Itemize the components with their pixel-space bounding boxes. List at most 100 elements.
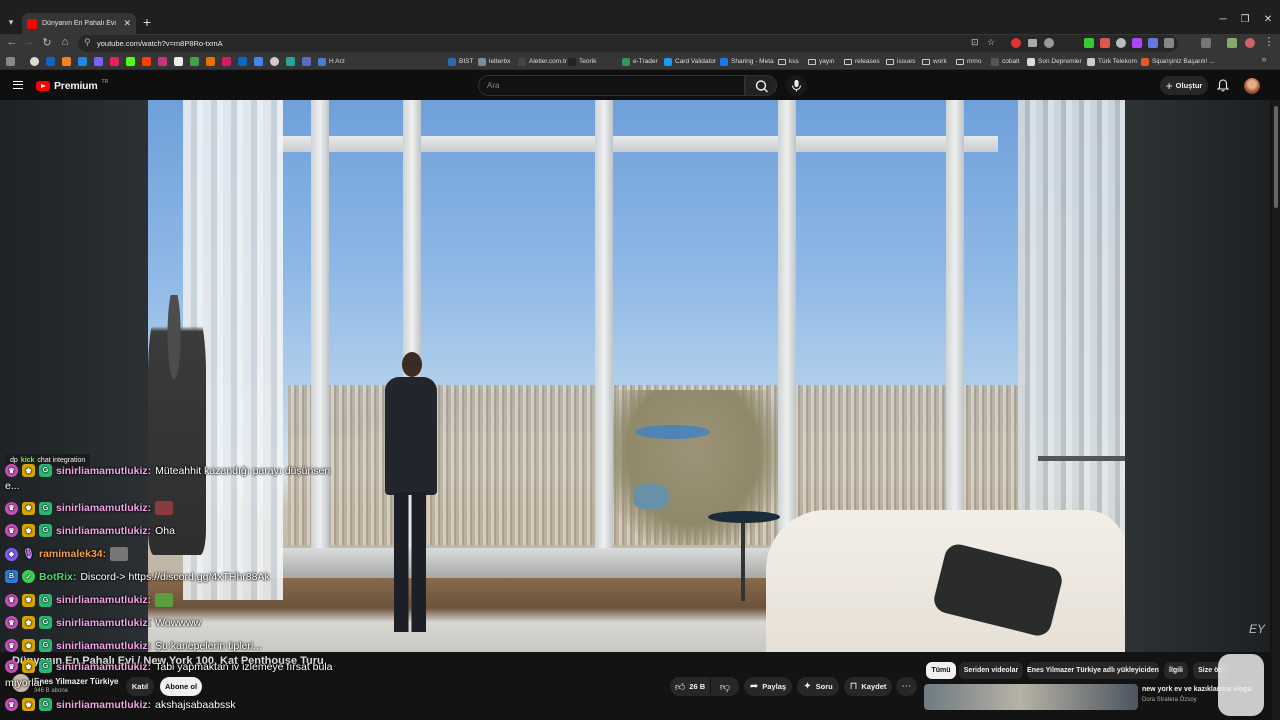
chat-username[interactable]: sinirliamamutlukiz xyxy=(56,594,148,606)
bookmark-folder[interactable]: yayın xyxy=(808,56,835,67)
bookmark-folder[interactable]: releases xyxy=(844,56,880,67)
extensions-puzzle-icon[interactable] xyxy=(1164,38,1174,48)
profile-icon[interactable] xyxy=(1245,38,1255,48)
chat-username[interactable]: sinirliamamutlukiz xyxy=(56,502,148,514)
like-button[interactable]: 👍︎ 26 B xyxy=(670,677,710,696)
chip-1[interactable]: Seriden videolar xyxy=(959,662,1023,679)
restore-icon[interactable]: ❐ xyxy=(1238,14,1252,25)
chip-3[interactable]: İlgili xyxy=(1164,662,1188,679)
subscribe-button[interactable]: Abone ol xyxy=(160,677,202,696)
bookmark-icon[interactable] xyxy=(142,57,151,66)
bookmark-icon[interactable] xyxy=(286,57,295,66)
notifications-bell-icon[interactable] xyxy=(1217,79,1229,92)
tab-search-icon[interactable]: ▾ xyxy=(4,15,18,29)
bookmark-item[interactable]: Card Validator xyxy=(664,56,716,67)
back-icon[interactable]: ← xyxy=(5,36,19,48)
close-tab-icon[interactable]: ✕ xyxy=(123,18,131,29)
github-icon[interactable] xyxy=(30,57,39,66)
bookmark-icon[interactable] xyxy=(62,57,71,66)
more-bookmarks-icon[interactable]: » xyxy=(1257,54,1271,64)
bookmark-item[interactable]: BIST xyxy=(448,56,473,67)
video-player[interactable] xyxy=(148,100,1125,652)
forward-icon[interactable]: → xyxy=(22,36,36,48)
chip-2[interactable]: Enes Yilmazer Türkiye adlı yükleyiciden xyxy=(1027,662,1159,679)
ask-button[interactable]: ✦ Soru xyxy=(797,677,839,696)
bookmark-item[interactable]: Aletler.com.tr xyxy=(518,56,567,67)
chip-0[interactable]: Tümü xyxy=(926,662,956,679)
page-scrollbar-thumb[interactable] xyxy=(1274,106,1278,208)
address-bar[interactable]: ⚲ youtube.com/watch?v=m8P8Ro-txmA ⊡ ☆ xyxy=(78,35,1178,52)
browser-tab-active[interactable]: Dünyanın En Pahalı Evi / N ✕ xyxy=(22,13,136,34)
bookmark-item[interactable]: Siparişiniz Başarılı! ... xyxy=(1141,56,1215,67)
bookmark-icon[interactable] xyxy=(110,57,119,66)
minimize-icon[interactable]: ─ xyxy=(1216,14,1230,25)
bookmark-folder[interactable]: kss xyxy=(778,56,799,67)
bookmark-item[interactable]: e-Trader xyxy=(622,56,658,67)
home-icon[interactable]: ⌂ xyxy=(58,36,72,48)
extension-icon[interactable] xyxy=(1028,39,1037,47)
bookmark-icon[interactable] xyxy=(78,57,87,66)
bookmark-item[interactable]: Türk Telekom xyxy=(1087,56,1137,67)
bookmark-item[interactable]: Son Depremler xyxy=(1027,56,1082,67)
bookmark-icon[interactable] xyxy=(206,57,215,66)
linkedin-icon[interactable] xyxy=(238,57,247,66)
reload-icon[interactable]: ↻ xyxy=(40,36,54,49)
instagram-icon[interactable] xyxy=(158,57,167,66)
search-input[interactable]: Ara xyxy=(478,75,745,96)
extension-icon[interactable] xyxy=(1227,38,1237,48)
recommendation-channel[interactable]: Dora Stratera Özsoy xyxy=(1142,697,1197,703)
new-tab-icon[interactable]: + xyxy=(140,14,154,30)
install-icon[interactable]: ⊡ xyxy=(971,37,979,48)
create-button[interactable]: + Oluştur xyxy=(1160,76,1208,95)
bookmark-star-icon[interactable]: ☆ xyxy=(987,37,995,48)
bookmark-icon[interactable] xyxy=(190,57,199,66)
chat-username[interactable]: sinirliamamutlukiz xyxy=(56,525,148,537)
bookmark-folder[interactable]: issues xyxy=(886,56,915,67)
chat-username[interactable]: sinirliamamutlukiz xyxy=(56,661,148,673)
save-button[interactable]: ⊓ Kaydet xyxy=(844,677,892,696)
extension-icon[interactable] xyxy=(1011,38,1021,48)
chat-username[interactable]: sinirliamamutlukiz xyxy=(56,617,148,629)
extension-icon[interactable] xyxy=(1116,38,1126,48)
site-info-icon[interactable]: ⚲ xyxy=(84,37,91,48)
channel-name[interactable]: Enes Yilmazer Türkiye xyxy=(34,677,119,686)
bookmark-icon[interactable] xyxy=(270,57,279,66)
account-avatar[interactable] xyxy=(1244,78,1260,94)
bookmark-item[interactable]: Teorik xyxy=(568,56,596,67)
bookmark-icon[interactable] xyxy=(254,57,263,66)
extension-icon[interactable] xyxy=(1148,38,1158,48)
recommendation-thumbnail[interactable] xyxy=(924,684,1138,710)
browser-menu-icon[interactable]: ⋮ xyxy=(1262,35,1276,48)
bookmark-folder[interactable]: work xyxy=(922,56,947,67)
bookmark-item[interactable]: letterbx xyxy=(478,56,510,67)
voice-search-button[interactable] xyxy=(786,75,807,96)
floating-mini-panel[interactable] xyxy=(1218,654,1264,716)
bookmark-icon[interactable] xyxy=(222,57,231,66)
chat-username[interactable]: sinirliamamutlukiz xyxy=(56,699,148,711)
youtube-logo[interactable]: Premium TR xyxy=(36,79,108,92)
extension-icon[interactable] xyxy=(1100,38,1110,48)
more-actions-button[interactable]: ⋯ xyxy=(896,677,917,696)
chat-username[interactable]: sinirliamamutlukiz xyxy=(56,465,148,477)
bookmark-item[interactable]: H Arz xyxy=(318,56,345,67)
dislike-button[interactable]: 👎︎ xyxy=(711,677,739,696)
bookmark-item[interactable]: cobalt xyxy=(991,56,1019,67)
join-button[interactable]: Katıl xyxy=(126,677,154,696)
extension-icon[interactable] xyxy=(1084,38,1094,48)
share-button[interactable]: ➦ Paylaş xyxy=(744,677,792,696)
channel-watermark[interactable]: EY xyxy=(1249,622,1265,636)
guide-menu-icon[interactable] xyxy=(13,81,23,89)
bookmark-folder[interactable]: mmo xyxy=(956,56,981,67)
bookmark-icon[interactable] xyxy=(94,57,103,66)
side-panel-icon[interactable] xyxy=(1201,38,1211,48)
bookmark-icon[interactable] xyxy=(302,57,311,66)
extension-icon[interactable] xyxy=(1044,38,1054,48)
kick-icon[interactable] xyxy=(126,57,135,66)
extension-icon[interactable] xyxy=(1132,38,1142,48)
chat-username[interactable]: sinirliamamutlukiz xyxy=(56,640,148,652)
chat-username[interactable]: BotRix xyxy=(39,571,73,583)
chat-username[interactable]: ramimalek34 xyxy=(39,548,103,560)
close-window-icon[interactable]: ✕ xyxy=(1261,14,1275,25)
bookmark-item[interactable]: Sharing - Meta xyxy=(720,56,774,67)
apps-grid-icon[interactable] xyxy=(6,57,15,66)
